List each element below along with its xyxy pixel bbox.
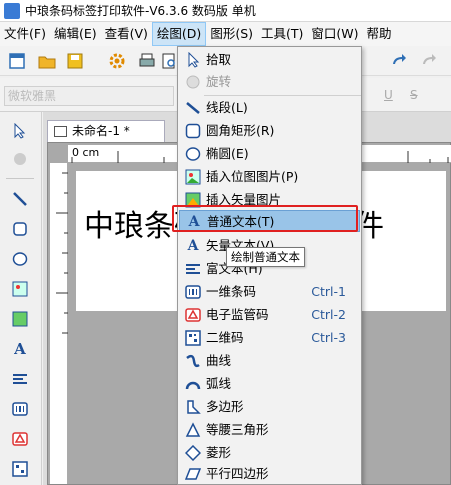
print-icon[interactable] — [138, 52, 156, 70]
new-file-icon[interactable] — [8, 52, 26, 70]
menu-item-polygon[interactable]: 多边形 — [179, 396, 360, 418]
vertical-ruler — [50, 163, 68, 484]
menu-window[interactable]: 窗口(W) — [307, 22, 362, 46]
menu-item-label: 圆角矩形(R) — [206, 123, 275, 138]
highlight-annotation-box — [172, 205, 358, 232]
rotate-tool-icon[interactable] — [9, 148, 31, 170]
tooltip: 绘制普通文本 — [226, 247, 305, 267]
menu-separator — [204, 95, 361, 96]
menu-view[interactable]: 查看(V) — [101, 22, 152, 46]
ellipse-tool-icon[interactable] — [9, 248, 31, 270]
menu-item-shortcut: Ctrl-2 — [311, 307, 346, 322]
qrcode-tool-icon[interactable] — [9, 458, 31, 480]
menu-item-bitmap[interactable]: 插入位图图片(P) — [179, 166, 360, 188]
menu-item-triangle[interactable]: 等腰三角形 — [179, 419, 360, 441]
menu-item-label: 多边形 — [206, 399, 244, 414]
menu-item-rotate: 旋转 — [179, 71, 360, 93]
curve-icon — [185, 353, 201, 369]
settings-icon[interactable] — [108, 52, 126, 70]
menu-item-curve[interactable]: 曲线 — [179, 350, 360, 372]
menu-item-arc[interactable]: 弧线 — [179, 373, 360, 395]
strikethrough-button[interactable]: S — [410, 88, 418, 102]
menu-item-shortcut: Ctrl-3 — [311, 330, 346, 345]
menu-item-rounded-rect[interactable]: 圆角矩形(R) — [179, 120, 360, 142]
app-icon — [4, 2, 20, 19]
barcode-tool-icon[interactable] — [9, 398, 31, 420]
qrcode-icon — [185, 330, 201, 346]
menu-item-ellipse[interactable]: 椭圆(E) — [179, 143, 360, 165]
line-icon — [185, 100, 201, 116]
menu-item-ecode[interactable]: 电子监管码 Ctrl-2 — [179, 304, 360, 326]
menu-shape[interactable]: 图形(S) — [206, 22, 257, 46]
menu-item-pick[interactable]: 拾取 — [179, 49, 360, 71]
menu-item-label: 线段(L) — [206, 100, 248, 115]
menu-draw[interactable]: 绘图(D) — [151, 22, 207, 46]
pointer-icon — [185, 52, 201, 68]
ellipse-icon — [185, 146, 201, 162]
text-tool-icon[interactable]: A — [9, 338, 31, 360]
vector-text-icon: A — [187, 238, 199, 254]
rotate-icon — [185, 74, 201, 90]
parallelogram-icon — [185, 466, 201, 482]
document-tab[interactable]: 未命名-1 * — [47, 120, 165, 142]
menu-edit[interactable]: 编辑(E) — [50, 22, 101, 46]
menu-item-label: 插入位图图片(P) — [206, 169, 299, 184]
menu-item-parallelogram[interactable]: 平行四边形 — [179, 463, 360, 485]
menu-item-label: 二维码 — [206, 330, 244, 345]
forward-icon[interactable] — [420, 52, 438, 70]
ecode-icon — [185, 307, 201, 323]
save-icon[interactable] — [66, 52, 84, 70]
pointer-tool-icon[interactable] — [9, 120, 31, 142]
menu-file[interactable]: 文件(F) — [0, 22, 50, 46]
window-title: 中琅条码标签打印软件-V6.3.6 数码版 单机 — [25, 4, 256, 18]
menu-item-label: 旋转 — [206, 74, 232, 89]
polygon-icon — [185, 399, 201, 415]
menu-item-label: 菱形 — [206, 445, 232, 460]
menu-item-label: 曲线 — [206, 353, 232, 368]
menu-item-label: 拾取 — [206, 52, 232, 67]
document-tab-label: 未命名-1 * — [72, 124, 130, 138]
menu-item-label: 等腰三角形 — [206, 422, 269, 437]
drawing-toolbar: A — [0, 112, 42, 485]
title-bar: 中琅条码标签打印软件-V6.3.6 数码版 单机 — [0, 0, 451, 22]
ruler-ticks-vertical — [56, 172, 68, 334]
menu-bar: 文件(F) 编辑(E) 查看(V) 绘图(D) 图形(S) 工具(T) 窗口(W… — [0, 22, 451, 46]
line-tool-icon[interactable] — [9, 188, 31, 210]
print-preview-icon[interactable] — [160, 52, 178, 70]
menu-item-shortcut: Ctrl-1 — [311, 284, 346, 299]
rect-tool-icon[interactable] — [9, 218, 31, 240]
menu-help[interactable]: 帮助 — [363, 22, 396, 46]
menu-item-qrcode[interactable]: 二维码 Ctrl-3 — [179, 327, 360, 349]
toolbar-separator — [6, 178, 34, 179]
rich-text-icon — [185, 261, 201, 277]
menu-item-diamond[interactable]: 菱形 — [179, 442, 360, 464]
rounded-rect-icon — [185, 123, 201, 139]
ecode-tool-icon[interactable] — [9, 428, 31, 450]
menu-item-label: 椭圆(E) — [206, 146, 249, 161]
menu-tools[interactable]: 工具(T) — [257, 22, 307, 46]
arc-icon — [185, 376, 201, 392]
menu-item-label: 一维条码 — [206, 284, 257, 299]
document-icon — [54, 126, 67, 137]
menu-item-label: 弧线 — [206, 376, 232, 391]
menu-item-line[interactable]: 线段(L) — [179, 97, 360, 119]
bitmap-tool-icon[interactable] — [9, 278, 31, 300]
menu-item-barcode[interactable]: 一维条码 Ctrl-1 — [179, 281, 360, 303]
diamond-icon — [185, 445, 201, 461]
menu-item-label: 电子监管码 — [206, 307, 269, 322]
triangle-icon — [185, 422, 201, 438]
redo-icon[interactable] — [390, 52, 408, 70]
rich-text-tool-icon[interactable] — [9, 368, 31, 390]
menu-item-label: 平行四边形 — [206, 466, 269, 481]
open-folder-icon[interactable] — [38, 52, 56, 70]
bitmap-icon — [185, 169, 201, 185]
vector-image-tool-icon[interactable] — [9, 308, 31, 330]
barcode-icon — [185, 284, 201, 300]
font-select[interactable]: 微软雅黑 — [4, 86, 174, 106]
underline-button[interactable]: U — [384, 88, 393, 102]
